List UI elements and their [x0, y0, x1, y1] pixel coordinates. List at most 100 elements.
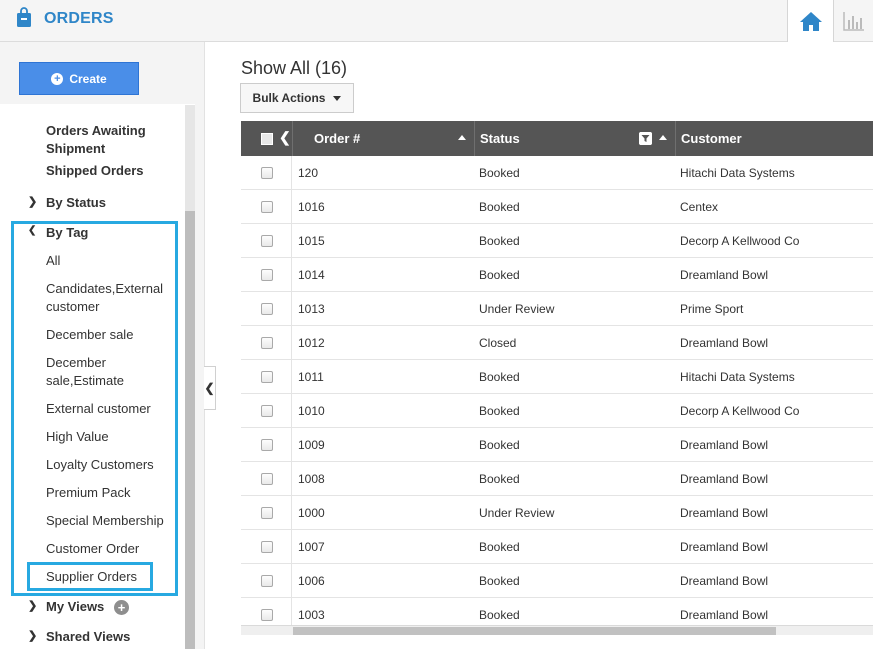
sort-ascending-icon[interactable] [458, 135, 466, 140]
order-number-cell[interactable]: 120 [298, 156, 318, 190]
row-select-cell [241, 360, 292, 394]
sidebar-item-label: Shipment [46, 141, 106, 156]
by-tag-highlight [11, 221, 178, 596]
reports-button[interactable] [834, 0, 873, 42]
chevron-left-icon[interactable]: ❮ [279, 121, 291, 154]
select-all-checkbox[interactable] [261, 133, 273, 145]
table-scrollbar-thumb[interactable] [293, 627, 776, 635]
row-select-cell [241, 462, 292, 496]
add-view-icon[interactable]: + [114, 600, 129, 615]
status-cell: Booked [479, 574, 520, 588]
row-checkbox[interactable] [261, 609, 273, 621]
chevron-right-icon[interactable]: ❯ [28, 195, 37, 208]
create-button[interactable]: + Create [19, 62, 139, 95]
chevron-right-icon[interactable]: ❯ [28, 599, 37, 612]
status-cell: Booked [479, 404, 520, 418]
sidebar-item-label: Orders Awaiting [46, 123, 146, 138]
row-checkbox[interactable] [261, 201, 273, 213]
chevron-left-icon: ❮ [204, 381, 215, 395]
column-header-order[interactable]: Order # [293, 121, 475, 156]
row-checkbox[interactable] [261, 269, 273, 281]
table-row[interactable]: 1014 Booked Dreamland Bowl [241, 258, 873, 292]
table-row[interactable]: 1008 Booked Dreamland Bowl [241, 462, 873, 496]
column-header-customer[interactable]: Customer [676, 121, 873, 156]
row-checkbox[interactable] [261, 371, 273, 383]
order-number-cell[interactable]: 1013 [298, 292, 325, 326]
status-cell: Booked [479, 166, 520, 180]
row-checkbox[interactable] [261, 337, 273, 349]
table-row[interactable]: 1011 Booked Hitachi Data Systems [241, 360, 873, 394]
chevron-right-icon[interactable]: ❯ [28, 629, 37, 642]
customer-cell: Dreamland Bowl [680, 506, 769, 520]
order-number-cell[interactable]: 1015 [298, 224, 325, 258]
sidebar-scrollbar[interactable] [185, 105, 195, 649]
row-select-cell [241, 326, 292, 360]
order-number-cell[interactable]: 1007 [298, 530, 325, 564]
order-number-cell[interactable]: 1000 [298, 496, 325, 530]
row-checkbox[interactable] [261, 507, 273, 519]
table-row[interactable]: 1013 Under Review Prime Sport [241, 292, 873, 326]
customer-cell: Dreamland Bowl [680, 574, 769, 588]
order-number-cell[interactable]: 1011 [298, 360, 324, 394]
home-button[interactable] [787, 0, 834, 42]
order-number-cell[interactable]: 1009 [298, 428, 325, 462]
app-title: ORDERS [44, 10, 114, 27]
row-checkbox[interactable] [261, 439, 273, 451]
sidebar-item-shared-views[interactable]: Shared Views [46, 628, 130, 646]
sidebar-item-shipped-orders[interactable]: Shipped Orders [46, 162, 144, 180]
collapse-sidebar-handle[interactable]: ❮ [204, 366, 216, 410]
sidebar-scrollbar-thumb[interactable] [185, 211, 195, 649]
sidebar-item-by-status[interactable]: By Status [46, 194, 106, 212]
table-row[interactable]: 1006 Booked Dreamland Bowl [241, 564, 873, 598]
row-checkbox[interactable] [261, 235, 273, 247]
customer-cell: Prime Sport [680, 302, 744, 316]
customer-cell: Dreamland Bowl [680, 540, 769, 554]
column-header-status[interactable]: Status [475, 121, 676, 156]
status-cell: Booked [479, 200, 520, 214]
customer-cell: Decorp A Kellwood Co [680, 234, 800, 248]
row-select-cell [241, 190, 292, 224]
bar-chart-icon [842, 12, 864, 31]
table-row[interactable]: 120 Booked Hitachi Data Systems [241, 156, 873, 190]
column-header-label: Order # [314, 131, 361, 146]
filter-icon[interactable] [639, 132, 652, 145]
order-number-cell[interactable]: 1008 [298, 462, 325, 496]
order-number-cell[interactable]: 1006 [298, 564, 325, 598]
row-select-cell [241, 156, 292, 190]
order-number-cell[interactable]: 1016 [298, 190, 325, 224]
bulk-actions-label: Bulk Actions [252, 91, 326, 105]
table-row[interactable]: 1007 Booked Dreamland Bowl [241, 530, 873, 564]
order-number-cell[interactable]: 1010 [298, 394, 325, 428]
bulk-actions-button[interactable]: Bulk Actions [240, 83, 354, 113]
sidebar-item-orders-awaiting-shipment[interactable]: Orders Awaiting Shipment [46, 122, 146, 158]
row-select-cell [241, 530, 292, 564]
row-checkbox[interactable] [261, 303, 273, 315]
row-checkbox[interactable] [261, 575, 273, 587]
status-cell: Booked [479, 438, 520, 452]
table-row[interactable]: 1010 Booked Decorp A Kellwood Co [241, 394, 873, 428]
row-checkbox[interactable] [261, 167, 273, 179]
table-row[interactable]: 1009 Booked Dreamland Bowl [241, 428, 873, 462]
table-row[interactable]: 1000 Under Review Dreamland Bowl [241, 496, 873, 530]
order-number-cell[interactable]: 1014 [298, 258, 325, 292]
column-header-label: Status [480, 131, 520, 146]
order-number-cell[interactable]: 1012 [298, 326, 325, 360]
table-row[interactable]: 1015 Booked Decorp A Kellwood Co [241, 224, 873, 258]
status-cell: Under Review [479, 302, 555, 316]
row-checkbox[interactable] [261, 541, 273, 553]
row-checkbox[interactable] [261, 473, 273, 485]
app-header: ORDERS [0, 0, 873, 42]
select-column-header: ❮ [241, 121, 293, 156]
status-cell: Under Review [479, 506, 555, 520]
row-checkbox[interactable] [261, 405, 273, 417]
row-select-cell [241, 224, 292, 258]
table-horizontal-scrollbar[interactable] [241, 625, 873, 635]
shopping-bag-icon [17, 7, 31, 27]
sort-ascending-icon[interactable] [659, 135, 667, 140]
customer-cell: Dreamland Bowl [680, 438, 769, 452]
sidebar-item-my-views[interactable]: My Views [46, 598, 104, 616]
table-row[interactable]: 1012 Closed Dreamland Bowl [241, 326, 873, 360]
status-cell: Booked [479, 472, 520, 486]
customer-cell: Hitachi Data Systems [680, 166, 795, 180]
table-row[interactable]: 1016 Booked Centex [241, 190, 873, 224]
